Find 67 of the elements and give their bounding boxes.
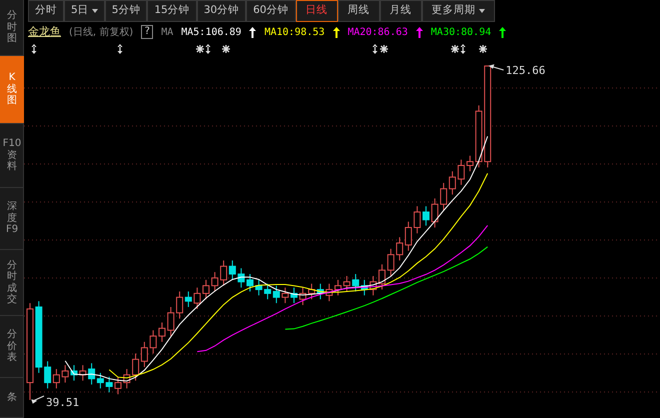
leader-line [32, 396, 44, 404]
sidebar-tab[interactable]: F10资料 [0, 124, 24, 188]
period-tab[interactable]: 更多周期 [422, 0, 494, 22]
period-tab[interactable]: 周线 [338, 0, 380, 22]
period-tab[interactable]: 5分钟 [104, 0, 148, 22]
period-tab[interactable]: 5日 [64, 0, 105, 22]
candlestick [343, 275, 350, 292]
stock-name: 金龙鱼 [28, 24, 61, 40]
candlestick [70, 364, 78, 382]
candlestick [62, 364, 69, 384]
event-marker-icon[interactable] [478, 44, 488, 54]
candlestick [150, 330, 157, 354]
period-tab[interactable]: 60分钟 [246, 0, 296, 22]
sidebar-tab[interactable]: 分时成交 [0, 250, 24, 316]
candlestick [458, 159, 465, 186]
moving-average-value: MA20:86.63 [348, 26, 408, 40]
candlestick [167, 306, 174, 337]
candlestick [158, 322, 166, 342]
candlestick [387, 248, 394, 276]
event-marker-icon[interactable] [450, 44, 460, 54]
candlestick [211, 272, 218, 292]
candlestick [114, 376, 122, 395]
period-tab[interactable]: 分时 [28, 0, 64, 22]
sidebar-tab[interactable]: 深度F9 [0, 188, 24, 250]
indicator-label: MA [161, 26, 174, 40]
candlestick [431, 198, 438, 228]
candlestick [326, 283, 333, 302]
event-marker-icon[interactable] [195, 44, 205, 54]
candlestick [422, 206, 430, 226]
candlestick [238, 268, 245, 288]
event-marker-icon[interactable] [372, 44, 378, 54]
candlestick [255, 279, 262, 296]
candlestick [475, 104, 482, 168]
candlestick [378, 264, 386, 290]
help-button[interactable]: ? [141, 25, 154, 39]
period-tab[interactable]: 15分钟 [147, 0, 197, 22]
candlestick [194, 287, 201, 310]
sidebar-tab[interactable]: 分价表 [0, 316, 24, 378]
candlestick [246, 274, 254, 292]
chart-mode: (日线, 前复权) [69, 26, 134, 40]
event-marker-icon[interactable] [221, 44, 231, 54]
candlestick [334, 279, 342, 296]
candlestick [370, 275, 377, 296]
high-price-label: 125.66 [506, 64, 546, 77]
candlestick [282, 287, 289, 304]
moving-average-value: MA5:106.89 [181, 26, 242, 40]
event-marker-icon[interactable] [379, 44, 389, 54]
candlestick [299, 287, 306, 306]
candlestick [202, 279, 210, 300]
leader-line [489, 64, 504, 70]
event-marker-icon[interactable] [206, 44, 210, 54]
period-tab[interactable]: 月线 [380, 0, 422, 22]
candlestick [290, 287, 298, 304]
candlestick [79, 364, 86, 382]
candlestick [414, 206, 421, 234]
moving-average-value: MA10:98.53 [264, 26, 325, 40]
candlestick [123, 368, 130, 389]
period-tab[interactable]: 日线 [296, 0, 338, 22]
event-marker-icon[interactable] [32, 44, 36, 54]
candlestick [466, 155, 474, 172]
event-marker-icon[interactable] [118, 44, 122, 54]
period-tab[interactable]: 30分钟 [196, 0, 246, 22]
low-price-label: 39.51 [46, 396, 80, 409]
moving-average-value: MA30:80.94 [430, 26, 492, 40]
sidebar-tab[interactable]: 条 [0, 378, 24, 418]
candlestick [106, 376, 113, 393]
event-marker-icon[interactable] [460, 44, 466, 54]
